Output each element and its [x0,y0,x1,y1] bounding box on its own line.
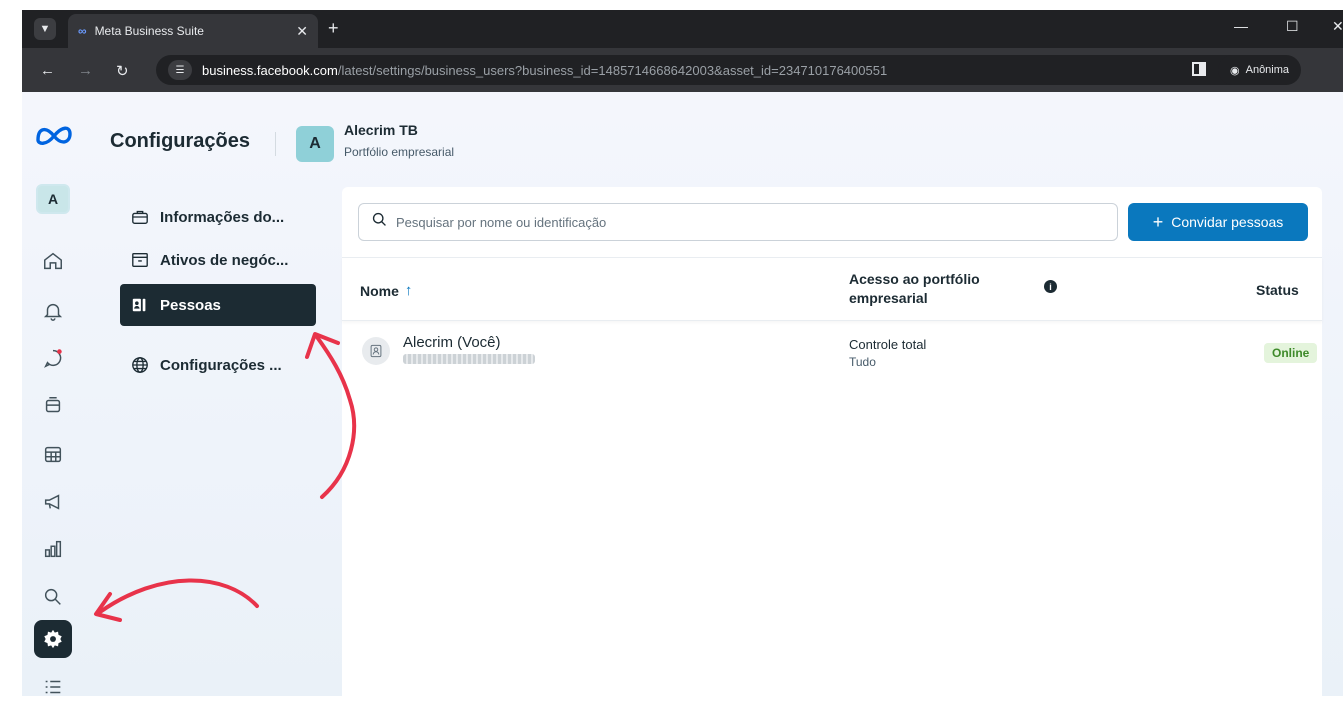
calendar-icon[interactable] [34,435,72,473]
access-scope: Tudo [849,355,876,369]
megaphone-icon[interactable] [34,483,72,521]
meta-logo-icon[interactable] [34,122,74,152]
search-icon [371,211,388,233]
address-bar: ← → ↻ ☰ business.facebook.com/latest/set… [22,48,1343,92]
meta-business-suite-app: A Configurações A Alecrim TB Portfólio e… [22,92,1343,696]
left-nav-rail: A [22,92,86,696]
menu-item-people[interactable]: Pessoas [120,284,316,326]
business-subtitle: Portfólio empresarial [344,145,455,159]
table-row[interactable]: Alecrim (Você) Controle total Tudo Onlin… [342,327,1322,387]
close-window-icon[interactable]: ✕ [1332,18,1343,35]
redacted-user-id [403,354,535,364]
meta-favicon-icon: ∞ [78,24,87,38]
access-level: Controle total [849,337,927,352]
status-badge: Online [1264,343,1318,363]
table-header: Nome ↑ Acesso ao portfólio empresarial i… [342,257,1322,321]
column-header-name[interactable]: Nome ↑ [360,282,412,299]
menu-item-label: Pessoas [160,296,221,314]
back-icon[interactable]: ← [40,62,55,79]
close-tab-icon[interactable]: ✕ [296,23,308,40]
business-avatar[interactable]: A [296,126,334,162]
menu-item-settings[interactable]: Configurações ... [120,344,316,386]
screenshot-frame-bottom [0,696,1343,702]
site-info-icon[interactable]: ☰ [168,60,192,80]
info-icon[interactable]: i [1044,280,1057,293]
reload-icon[interactable]: ↻ [116,62,129,80]
menu-item-label: Configurações ... [160,356,282,374]
plus-icon: + [1152,212,1164,232]
tab-search-button[interactable]: ▼ [34,18,56,40]
people-icon [130,295,150,315]
bell-icon[interactable] [34,292,72,330]
insights-icon[interactable] [34,530,72,568]
search-input[interactable] [396,214,1105,230]
home-icon[interactable] [34,242,72,280]
sort-ascending-icon[interactable]: ↑ [405,282,413,299]
tab-bar: ▼ ∞ Meta Business Suite ✕ + — ☐ ✕ [22,10,1343,48]
chat-icon[interactable] [34,339,72,377]
screenshot-frame-left [0,0,22,702]
title-divider [275,132,276,156]
account-avatar[interactable]: A [36,184,70,214]
tab-title: Meta Business Suite [94,24,204,38]
people-panel: + Convidar pessoas Nome ↑ Acesso ao port… [342,187,1322,696]
user-id-icon [362,337,390,365]
incognito-icon: ◉ [1230,64,1240,77]
user-name[interactable]: Alecrim (Você) [403,334,501,351]
invite-button-label: Convidar pessoas [1171,214,1284,230]
search-icon[interactable] [34,578,72,616]
column-name-label: Nome [360,282,399,299]
browser-tab[interactable]: ∞ Meta Business Suite ✕ [68,14,318,48]
maximize-icon[interactable]: ☐ [1286,18,1299,35]
column-header-status: Status [1256,282,1299,298]
column-header-access: Acesso ao portfólio empresarial [849,271,980,306]
menu-item-label: Ativos de negóc... [160,251,289,269]
settings-icon[interactable] [34,620,72,658]
url-text: business.facebook.com/latest/settings/bu… [202,62,888,78]
page-title: Configurações [110,130,251,152]
incognito-badge[interactable]: ◉ Anônima [1218,55,1302,85]
business-name[interactable]: Alecrim TB [344,122,418,138]
forward-icon[interactable]: → [78,62,93,79]
url-field[interactable]: ☰ business.facebook.com/latest/settings/… [156,55,1266,85]
menu-item-label: Informações do... [160,208,285,226]
new-tab-icon[interactable]: + [328,18,339,39]
side-panel-icon[interactable] [1192,62,1206,76]
menu-item-business-assets[interactable]: Ativos de negóc... [120,239,316,281]
archive-icon [130,250,150,270]
search-field[interactable] [358,203,1118,241]
posts-icon[interactable] [34,387,72,425]
globe-icon [130,355,150,375]
briefcase-icon [130,207,150,227]
incognito-label: Anônima [1245,64,1290,76]
menu-item-business-info[interactable]: Informações do... [120,196,316,238]
minimize-icon[interactable]: — [1234,18,1248,34]
browser-window: ▼ ∞ Meta Business Suite ✕ + — ☐ ✕ ← → ↻ … [22,0,1343,702]
invite-people-button[interactable]: + Convidar pessoas [1128,203,1308,241]
